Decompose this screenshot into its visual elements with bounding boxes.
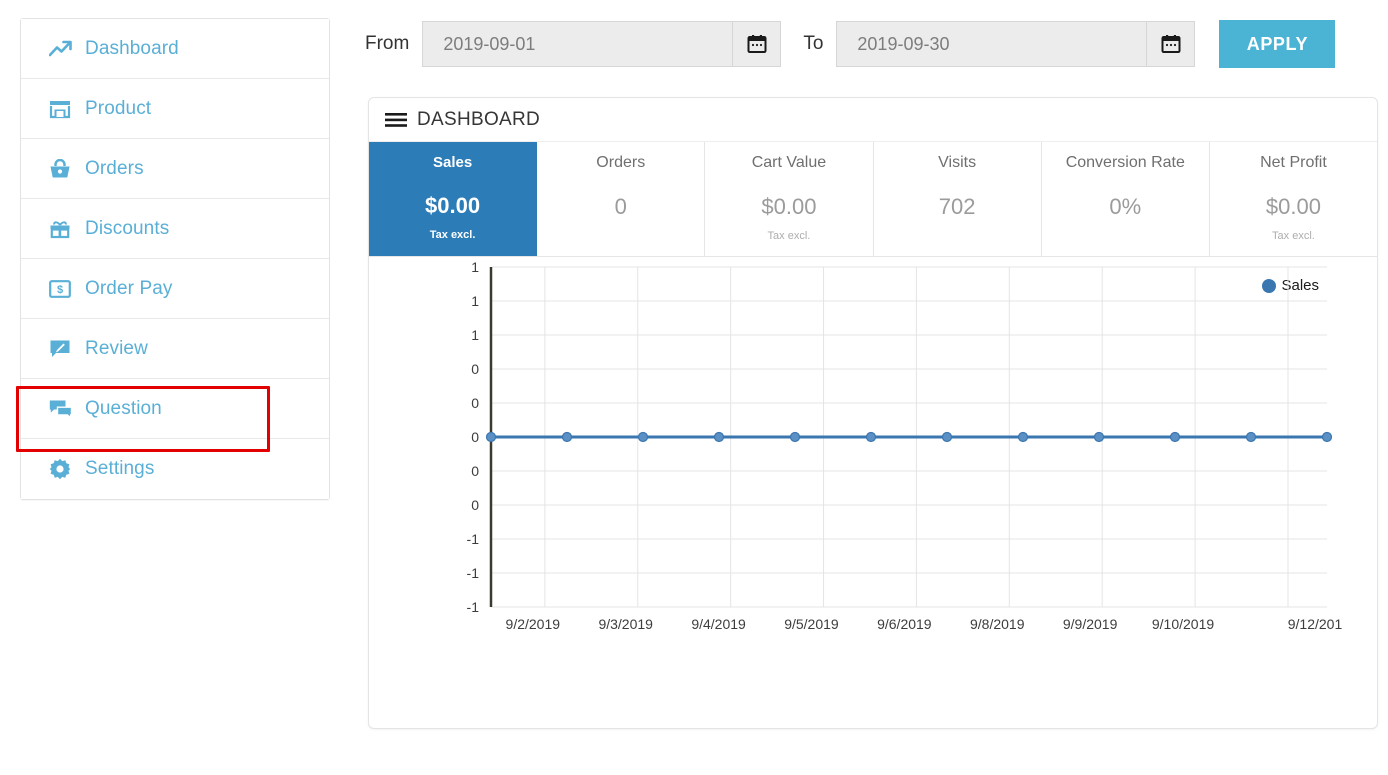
y-axis-tick-label: 1 [471, 327, 479, 343]
from-label: From [365, 33, 410, 54]
kpi-tile-net-profit[interactable]: Net Profit $0.00 Tax excl. [1209, 142, 1378, 256]
kpi-value: 0 [614, 194, 627, 219]
series-point-sales[interactable] [485, 431, 497, 443]
apply-button[interactable]: APPLY [1219, 20, 1336, 68]
trend-up-icon [49, 37, 75, 61]
kpi-tile-sales[interactable]: Sales $0.00 Tax excl. [369, 142, 538, 256]
chat-icon [49, 397, 75, 421]
kpi-tile-visits[interactable]: Visits 702 [873, 142, 1042, 256]
y-axis-tick-label: -1 [467, 599, 480, 615]
x-axis-tick-label: 9/9/2019 [1063, 616, 1118, 632]
sidebar-item-order-pay[interactable]: $ Order Pay [21, 259, 329, 319]
kpi-value: 0% [1109, 194, 1142, 219]
series-point-sales[interactable] [1245, 431, 1257, 443]
sidebar-item-settings[interactable]: Settings [21, 439, 329, 499]
x-axis-tick-label: 9/4/2019 [691, 616, 746, 632]
kpi-tile-conversion-rate[interactable]: Conversion Rate 0% [1041, 142, 1210, 256]
y-axis-tick-label: 0 [471, 361, 479, 377]
series-point-sales[interactable] [789, 431, 801, 443]
sidebar-item-discounts[interactable]: Discounts [21, 199, 329, 259]
series-point-sales[interactable] [713, 431, 725, 443]
series-point-sales[interactable] [1169, 431, 1181, 443]
kpi-value: $0.00 [761, 194, 817, 219]
sidebar-item-label: Review [85, 337, 148, 359]
calendar-icon [747, 35, 767, 53]
y-axis-tick-label: 0 [471, 463, 479, 479]
y-axis-tick-label: 0 [471, 395, 479, 411]
from-date-input[interactable] [423, 22, 733, 66]
kpi-tile-row: Sales $0.00 Tax excl. Orders 0 Cart Value $0.0… [369, 142, 1378, 257]
app-root: Dashboard Product Orders Discounts $ Order Pa… [0, 0, 1388, 775]
sidebar-item-dashboard[interactable]: Dashboard [21, 19, 329, 79]
y-axis-tick-label: 0 [471, 429, 479, 445]
series-point-sales[interactable] [1321, 431, 1333, 443]
date-range-toolbar: From To [365, 18, 1336, 70]
to-label: To [803, 33, 824, 54]
basket-icon [49, 157, 75, 181]
series-point-sales[interactable] [941, 431, 953, 443]
x-axis-tick-label: 9/2/2019 [506, 616, 561, 632]
x-axis-tick-label: 9/8/2019 [970, 616, 1025, 632]
sidebar-item-label: Order Pay [85, 277, 173, 299]
y-axis-tick-label: 1 [471, 259, 479, 275]
dashboard-card-header: DASHBOARD [369, 98, 1377, 142]
kpi-value: $0.00 [425, 193, 481, 218]
series-point-sales[interactable] [1093, 431, 1105, 443]
calendar-icon [1161, 35, 1181, 53]
from-calendar-button[interactable] [732, 22, 781, 66]
to-calendar-button[interactable] [1146, 22, 1195, 66]
kpi-subtext: Tax excl. [767, 230, 811, 242]
sidebar-item-label: Dashboard [85, 37, 179, 59]
chart-canvas: 1 1 1 0 0 0 0 0 -1 -1 -1 9/2/2019 9/3/2019 9/4/2019 9/… [467, 259, 1343, 632]
kpi-label: Orders [596, 154, 646, 171]
sidebar-item-label: Product [85, 97, 152, 119]
sidebar-item-question[interactable]: Question [21, 379, 329, 439]
y-axis-tick-label: 1 [471, 293, 479, 309]
series-point-sales[interactable] [1017, 431, 1029, 443]
to-date-group [836, 21, 1196, 67]
series-point-sales[interactable] [637, 431, 649, 443]
y-axis-tick-label: 0 [471, 497, 479, 513]
kpi-label: Visits [938, 154, 977, 171]
sidebar-item-orders[interactable]: Orders [21, 139, 329, 199]
kpi-label: Cart Value [751, 154, 827, 171]
kpi-tile-cart-value[interactable]: Cart Value $0.00 Tax excl. [705, 142, 874, 256]
kpi-subtext: Tax excl. [429, 229, 476, 241]
kpi-value: $0.00 [1265, 194, 1321, 219]
x-axis-tick-label: 9/10/2019 [1152, 616, 1214, 632]
to-date-input[interactable] [837, 22, 1147, 66]
y-axis-tick-label: -1 [467, 565, 480, 581]
sidebar-item-label: Orders [85, 157, 144, 179]
x-axis-tick-label: 9/3/2019 [598, 616, 653, 632]
y-axis-tick-label: -1 [467, 531, 480, 547]
x-axis-tick-label: 9/12/201 [1288, 616, 1343, 632]
hamburger-icon [385, 112, 407, 128]
kpi-label: Conversion Rate [1065, 154, 1185, 171]
sidebar-item-label: Discounts [85, 217, 170, 239]
kpi-tile-orders[interactable]: Orders 0 [537, 142, 706, 256]
review-icon [49, 337, 75, 361]
gear-icon [49, 457, 75, 481]
gift-icon [49, 217, 75, 241]
kpi-label: Sales [432, 154, 473, 171]
store-icon [49, 97, 75, 121]
sales-chart: Sales 1 1 1 0 0 0 0 0 -1 -1 -1 9/2/2019 9/3/2019 9/4/… [369, 257, 1377, 727]
kpi-label: Net Profit [1260, 154, 1327, 171]
from-date-group [422, 21, 782, 67]
dashboard-card: DASHBOARD Sales $0.00 Tax excl. Orders 0 Cart… [368, 97, 1378, 729]
series-point-sales[interactable] [865, 431, 877, 443]
kpi-subtext: Tax excl. [1272, 230, 1315, 242]
x-axis-tick-label: 9/6/2019 [877, 616, 932, 632]
money-card-icon: $ [49, 277, 75, 301]
sidebar-item-label: Settings [85, 458, 155, 479]
kpi-value: 702 [938, 194, 976, 219]
series-point-sales[interactable] [561, 431, 573, 443]
sidebar-item-label: Question [85, 397, 162, 419]
sidebar-item-review[interactable]: Review [21, 319, 329, 379]
page-title: DASHBOARD [417, 108, 541, 130]
x-axis-tick-label: 9/5/2019 [784, 616, 839, 632]
sidebar-nav: Dashboard Product Orders Discounts $ Order Pa… [20, 18, 330, 500]
sidebar-item-product[interactable]: Product [21, 79, 329, 139]
svg-text:$: $ [57, 284, 63, 296]
